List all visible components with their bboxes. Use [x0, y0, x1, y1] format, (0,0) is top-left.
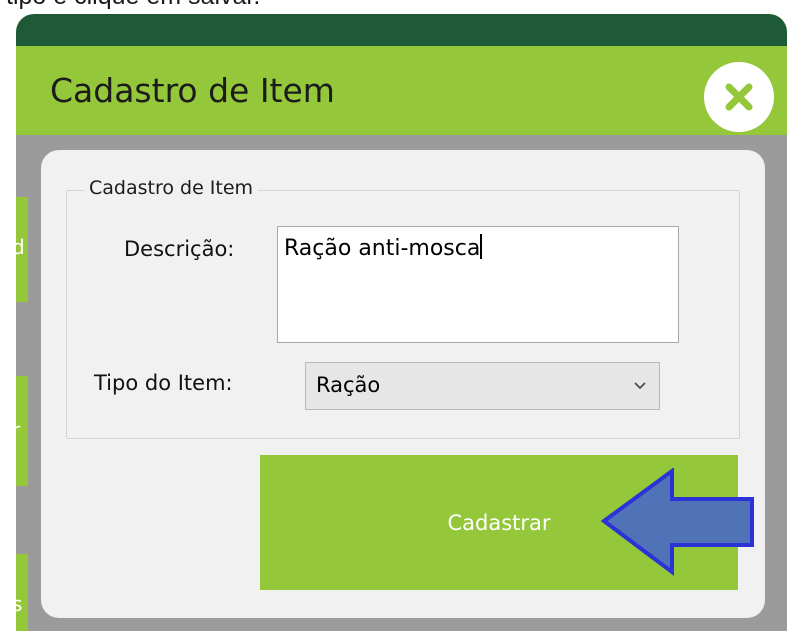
title-bar-top-strip: [16, 14, 787, 46]
background-button-glyph: d: [16, 235, 25, 259]
groupbox-title: Cadastro de Item: [84, 177, 259, 199]
background-button-partial: s: [16, 554, 28, 631]
text-caret: [480, 234, 483, 259]
description-label: Descrição:: [124, 237, 235, 261]
item-type-select[interactable]: Ração: [305, 362, 660, 410]
background-button-partial: d: [16, 197, 28, 302]
window-title: Cadastro de Item: [50, 71, 335, 110]
description-input[interactable]: Ração anti-mosca: [277, 226, 679, 343]
caption-text: tipo e clique em salvar.: [6, 0, 260, 11]
background-button-glyph: s: [16, 592, 23, 616]
item-type-selected-value: Ração: [316, 373, 381, 397]
background-button-glyph: r: [16, 418, 21, 442]
chevron-down-icon: [634, 382, 646, 390]
item-type-label: Tipo do Item:: [94, 371, 233, 395]
cadastrar-button-label: Cadastrar: [447, 510, 551, 535]
title-bar: Cadastro de Item: [16, 14, 787, 135]
left-arrow-annotation: [600, 468, 754, 576]
description-input-value: Ração anti-mosca: [284, 236, 481, 261]
close-button[interactable]: [704, 62, 774, 132]
close-x-icon: [725, 83, 753, 111]
background-button-partial: r: [16, 376, 28, 486]
